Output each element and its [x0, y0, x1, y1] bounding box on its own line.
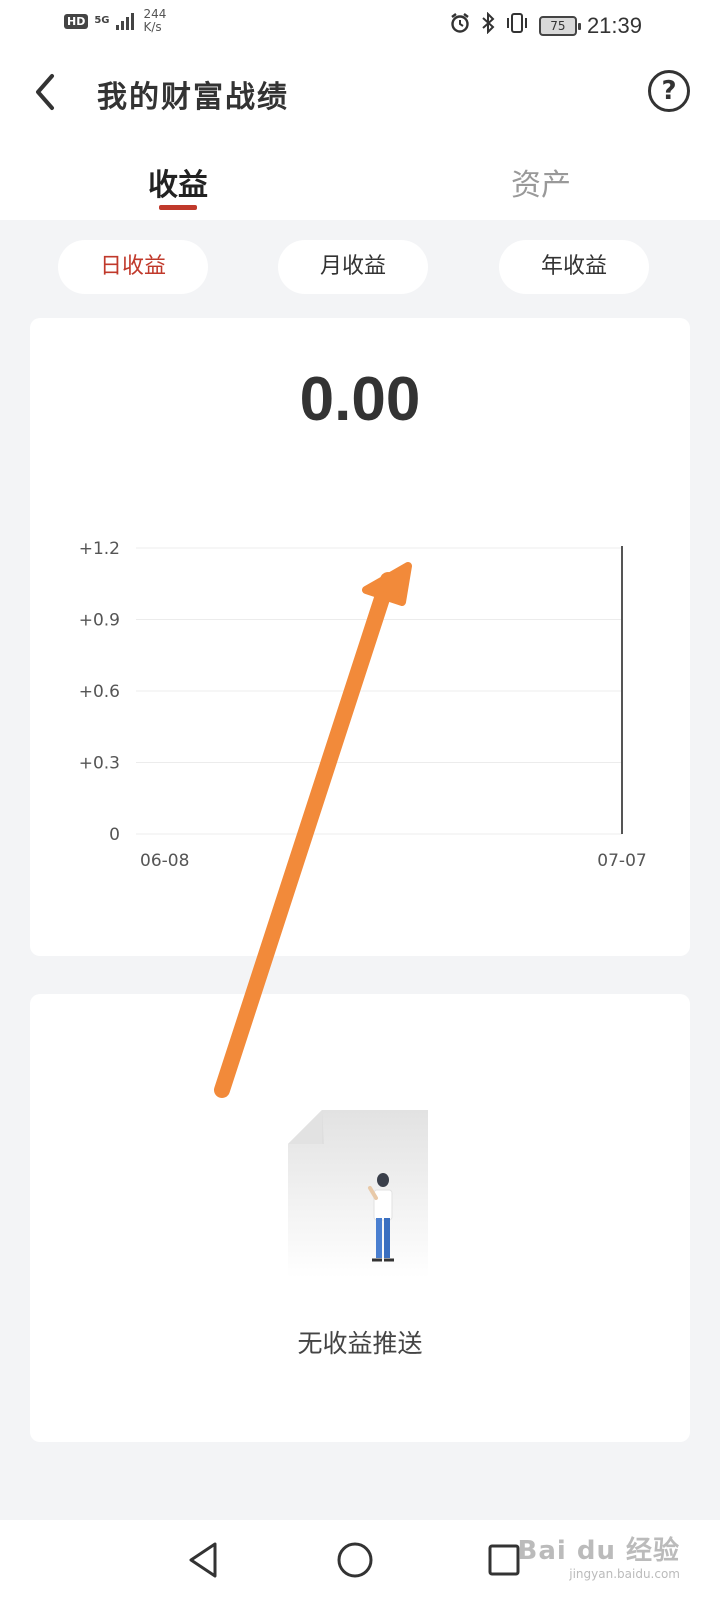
- y-tick-label: 0: [109, 825, 120, 845]
- back-button[interactable]: [28, 68, 68, 116]
- circle-home-icon: [337, 1542, 373, 1578]
- watermark: Bai du 经验 jingyan.baidu.com: [518, 1530, 681, 1581]
- x-tick-label: 06-08: [140, 851, 189, 871]
- tab-assets[interactable]: 资产: [511, 160, 571, 204]
- help-button[interactable]: ?: [648, 70, 690, 112]
- tab-income[interactable]: 收益: [148, 160, 208, 204]
- y-tick-label: +1.2: [79, 539, 120, 559]
- x-tick-label: 07-07: [597, 851, 646, 871]
- period-monthly-button[interactable]: 月收益: [278, 240, 428, 294]
- hd-badge: HD: [64, 13, 89, 29]
- triangle-back-icon: [189, 1542, 217, 1578]
- income-line-chart[interactable]: +1.2 +0.9 +0.6 +0.3 0 06-08 07-07: [30, 318, 690, 956]
- status-left: HD 5G 244 K/s: [64, 8, 166, 34]
- signal-icon: [115, 12, 134, 30]
- period-yearly-button[interactable]: 年收益: [499, 240, 649, 294]
- nav-home-button[interactable]: [333, 1538, 377, 1582]
- vibrate-icon: [505, 12, 529, 39]
- y-tick-label: +0.9: [79, 611, 120, 631]
- empty-state-message: 无收益推送: [297, 1329, 423, 1358]
- nav-back-button[interactable]: [183, 1538, 227, 1582]
- network-speed: 244 K/s: [144, 8, 167, 34]
- main-tabs: 收益 资产: [0, 140, 720, 220]
- income-chart-card: 0.00 +1.2 +0.9 +0.6 +0.3 0 06-08 07-07: [30, 318, 690, 956]
- chevron-left-icon: [36, 74, 54, 110]
- help-circle-icon: ?: [661, 76, 677, 106]
- speed-unit: K/s: [143, 20, 162, 34]
- alarm-icon: [449, 12, 471, 39]
- empty-state-illustration: [288, 1110, 428, 1278]
- bluetooth-icon: [481, 11, 495, 39]
- network-type: 5G: [94, 15, 110, 26]
- speed-value: 244: [143, 7, 167, 21]
- period-daily-button[interactable]: 日收益: [58, 240, 208, 294]
- page-title: 我的财富战绩: [97, 80, 289, 115]
- watermark-url: jingyan.baidu.com: [569, 1567, 680, 1581]
- page: HD 5G 244 K/s 75 21:39 我的财富战绩 ? 收益 资产 日收…: [0, 0, 720, 1600]
- watermark-logo: Bai du 经验: [517, 1536, 680, 1566]
- active-tab-indicator: [159, 205, 197, 210]
- status-bar: HD 5G 244 K/s 75 21:39: [0, 0, 720, 48]
- battery-icon: 75: [538, 15, 581, 36]
- y-tick-label: +0.6: [79, 682, 120, 702]
- status-right: 75 21:39: [449, 11, 642, 39]
- income-push-card: 无收益推送: [30, 994, 690, 1442]
- y-tick-label: +0.3: [79, 754, 120, 774]
- status-time: 21:39: [586, 12, 642, 38]
- app-header: 我的财富战绩 ?: [0, 48, 720, 140]
